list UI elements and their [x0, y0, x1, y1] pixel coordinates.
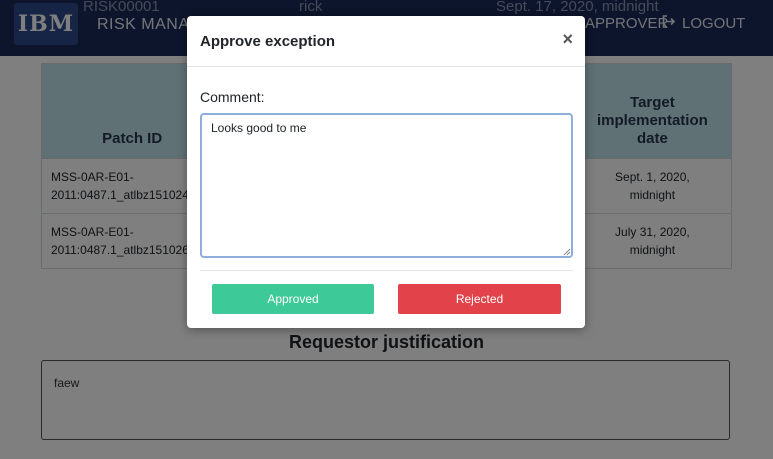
close-icon[interactable]: ×	[562, 29, 573, 49]
modal-header: Approve exception ×	[187, 16, 585, 67]
modal-divider	[200, 270, 573, 271]
approve-exception-modal: Approve exception × Comment: Looks good …	[187, 16, 585, 328]
modal-title: Approve exception	[200, 33, 336, 50]
resize-grip-icon[interactable]	[563, 248, 571, 256]
approved-button[interactable]: Approved	[212, 284, 374, 314]
rejected-button[interactable]: Rejected	[398, 284, 561, 314]
comment-textarea[interactable]: Looks good to me	[200, 113, 573, 258]
comment-label: Comment:	[200, 89, 265, 105]
